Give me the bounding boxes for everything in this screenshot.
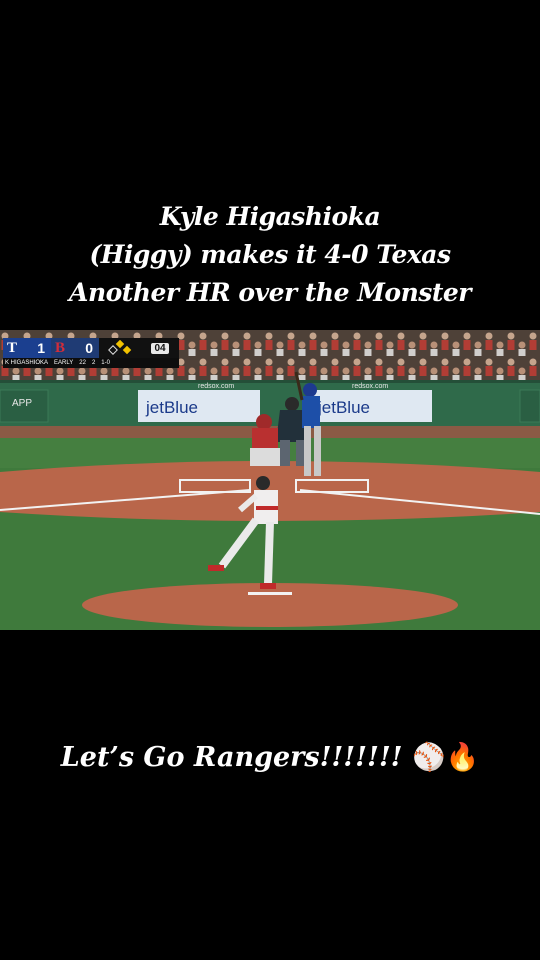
away-team-panel: T 1 (3, 338, 51, 358)
outs-count: 2 (91, 360, 96, 366)
wall-url-left: redsox.com (198, 383, 234, 390)
bases-diamond-icon (99, 338, 141, 358)
pitchers-mound (82, 583, 458, 627)
caption-line-3: Another HR over the Monster (69, 278, 471, 307)
ad-right-text: jetBlue (317, 398, 370, 417)
inning-indicator: 04 (141, 338, 179, 358)
batter-name: K HIGASHIOKA (5, 360, 49, 366)
rangers-logo-icon: T (6, 339, 17, 356)
scorebug-info-row: K HIGASHIOKA EARLY 22 2 1-0 (3, 358, 179, 368)
caption-line-2: (Higgy) makes it 4-0 Texas (89, 240, 451, 269)
footer-text: Let’s Go Rangers!!!!!!! (60, 742, 403, 773)
wall-url-right: redsox.com (352, 383, 388, 390)
home-score: 0 (85, 340, 93, 356)
ad-left-text: jetBlue (145, 398, 198, 417)
pitch-count: 22 (79, 360, 86, 366)
top-caption: Kyle Higashioka (Higgy) makes it 4-0 Tex… (0, 198, 540, 312)
scorebug: T 1 B 0 04 K HIGASHIOKA EARLY 22 2 1-0 (3, 338, 179, 368)
bottom-caption: Let’s Go Rangers!!!!!!! ⚾🔥 (0, 738, 540, 778)
video-frame[interactable]: redsox.com redsox.com APP jetBlue jetBlu… (0, 330, 540, 630)
caption-line-1: Kyle Higashioka (159, 202, 381, 231)
baseball-scene: redsox.com redsox.com APP jetBlue jetBlu… (0, 330, 540, 630)
red-sox-logo-icon: B (54, 339, 65, 356)
wall-app-sign: APP (12, 398, 32, 409)
baseball-emoji-icon: ⚾ (411, 742, 446, 773)
away-score: 1 (37, 340, 45, 356)
pitcher-name: EARLY (54, 360, 74, 366)
ball-strike-count: 1-0 (101, 360, 110, 366)
home-team-panel: B 0 (51, 338, 99, 358)
fire-emoji-icon: 🔥 (445, 742, 480, 773)
